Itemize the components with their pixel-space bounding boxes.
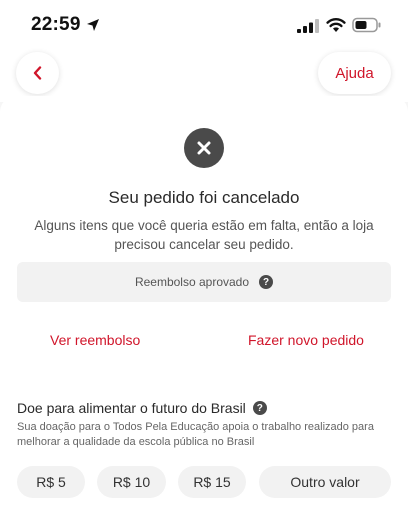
cancelled-icon	[184, 128, 224, 168]
view-refund-link[interactable]: Ver reembolso	[50, 332, 140, 348]
donation-amount-15[interactable]: R$ 15	[178, 466, 246, 498]
battery-icon	[352, 17, 381, 33]
new-order-link[interactable]: Fazer novo pedido	[248, 332, 364, 348]
header: Ajuda	[0, 52, 408, 102]
donation-description: Sua doação para o Todos Pela Educação ap…	[17, 421, 374, 448]
order-subtitle: Alguns itens que você queria estão em fa…	[34, 218, 374, 252]
refund-status-label: Reembolso aprovado	[134, 275, 250, 289]
donation-amounts: R$ 5 R$ 10 R$ 15 Outro valor	[17, 466, 397, 498]
help-button[interactable]: Ajuda	[318, 52, 391, 94]
status-bar: 22:59	[0, 0, 408, 52]
close-icon	[197, 141, 211, 155]
order-title: Seu pedido foi cancelado	[108, 188, 300, 207]
donation-info-icon[interactable]: ?	[252, 401, 267, 415]
back-button[interactable]	[16, 52, 59, 94]
location-arrow-icon	[87, 19, 99, 31]
wifi-icon	[326, 18, 346, 32]
screen: 22:59 Ajuda Seu pedido foi cancelado Alg…	[0, 0, 408, 512]
donation-title: Doe para alimentar o futuro do Brasil ?	[17, 400, 267, 416]
donation-title-text: Doe para alimentar o futuro do Brasil	[17, 400, 246, 416]
chevron-left-icon	[33, 66, 41, 80]
refund-status-box: Reembolso aprovado ?	[17, 262, 391, 302]
info-icon[interactable]: ?	[259, 275, 274, 289]
donation-amount-5[interactable]: R$ 5	[17, 466, 85, 498]
status-time: 22:59	[31, 14, 81, 35]
order-status-card: Seu pedido foi cancelado Alguns itens qu…	[0, 96, 408, 512]
donation-amount-10[interactable]: R$ 10	[97, 466, 166, 498]
donation-amount-other[interactable]: Outro valor	[259, 466, 391, 498]
cellular-signal-icon	[297, 19, 319, 33]
